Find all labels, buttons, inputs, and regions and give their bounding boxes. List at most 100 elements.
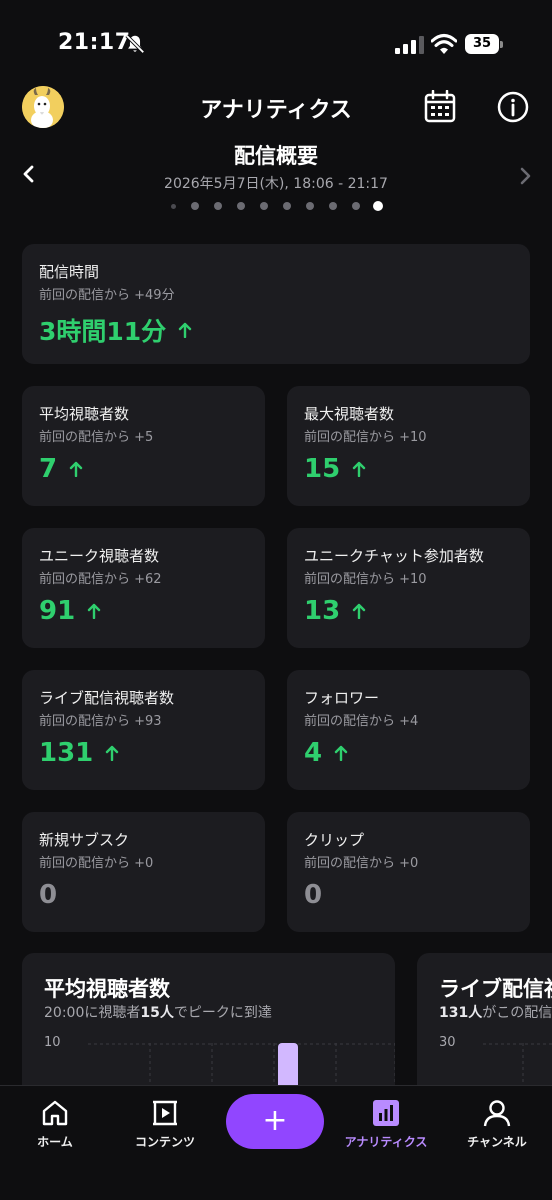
card-value: 91 <box>39 596 101 626</box>
arrow-up-icon <box>87 603 101 619</box>
page-dot[interactable] <box>170 204 176 209</box>
chart-title: 平均視聴者数 <box>44 977 170 1001</box>
arrow-up-icon <box>334 745 348 761</box>
metric-card[interactable]: ユニーク視聴者数 前回の配信から +62 91 <box>22 528 265 648</box>
card-label: フォロワー <box>304 689 380 707</box>
analytics-icon <box>373 1100 399 1126</box>
chart-subtitle: 20:00に視聴者15人でピークに到達 <box>44 1005 272 1021</box>
nav-channel[interactable]: チャンネル <box>442 1094 552 1160</box>
summary-title: 配信概要 <box>234 144 318 168</box>
avg-viewers-chart-card[interactable]: 平均視聴者数 20:00に視聴者15人でピークに到達 10 <box>22 953 395 1088</box>
page-dot[interactable] <box>329 202 337 210</box>
calendar-icon[interactable] <box>424 90 456 124</box>
nav-home-label: ホーム <box>37 1135 73 1149</box>
metric-value: 13 <box>304 596 341 626</box>
y-axis-max-label: 10 <box>44 1035 61 1050</box>
page-dot[interactable] <box>283 202 291 210</box>
avg-viewers-chart <box>88 1043 395 1088</box>
date-range: 2026年5月7日(木), 18:06 - 21:17 <box>164 176 388 192</box>
card-delta: 前回の配信から +5 <box>39 430 154 445</box>
chevron-left-icon[interactable] <box>18 162 40 186</box>
page-dot[interactable] <box>214 202 222 210</box>
page-dot[interactable] <box>373 201 383 211</box>
card-delta: 前回の配信から +49分 <box>39 288 175 303</box>
arrow-up-icon <box>352 461 366 477</box>
metric-card[interactable]: 平均視聴者数前回の配信から +5 7 <box>22 386 265 506</box>
metric-card[interactable]: ユニークチャット参加者数 前回の配信から +10 13 <box>287 528 530 648</box>
chevron-right-icon[interactable] <box>514 164 536 188</box>
battery-icon: 35 <box>465 34 503 54</box>
metric-card[interactable]: ライブ配信視聴者数 前回の配信から +93 131 <box>22 670 265 790</box>
metric-value: 131 <box>39 738 94 768</box>
card-delta: 前回の配信から +0 <box>39 856 154 871</box>
card-value: 13 <box>304 596 366 626</box>
page-dot[interactable] <box>191 202 199 210</box>
nav-analytics[interactable]: アナリティクス <box>331 1094 441 1160</box>
metric-card[interactable]: 新規サブスク前回の配信から +0 0 <box>22 812 265 932</box>
bottom-nav: ホーム コンテンツ + アナリティクス チャンネル <box>0 1085 552 1200</box>
metric-value: 15 <box>304 454 341 484</box>
home-icon <box>42 1100 68 1126</box>
page-indicator[interactable] <box>0 200 552 212</box>
metric-card[interactable]: フォロワー前回の配信から +4 4 <box>287 670 530 790</box>
chart-subtitle: 131人がこの配信 <box>439 1005 552 1021</box>
card-label: 最大視聴者数 <box>304 405 395 423</box>
card-delta: 前回の配信から +4 <box>304 714 419 729</box>
card-label: クリップ <box>304 831 365 849</box>
card-label: 配信時間 <box>39 263 100 281</box>
page-title: アナリティクス <box>200 98 352 123</box>
card-value: 4 <box>304 738 348 768</box>
card-value: 0 <box>39 880 57 910</box>
metric-value: 4 <box>304 738 323 768</box>
arrow-up-icon <box>352 603 366 619</box>
nav-channel-label: チャンネル <box>467 1135 527 1149</box>
card-label: ユニーク視聴者数 <box>39 547 160 565</box>
card-label: 平均視聴者数 <box>39 405 130 423</box>
add-button[interactable]: + <box>226 1094 324 1149</box>
card-value: 131 <box>39 738 119 768</box>
card-label: 新規サブスク <box>39 831 130 849</box>
user-icon <box>483 1100 511 1127</box>
metric-value: 7 <box>39 454 58 484</box>
page-dot[interactable] <box>260 202 268 210</box>
card-delta: 前回の配信から +93 <box>39 714 162 729</box>
arrow-up-icon <box>106 745 119 761</box>
card-label: ユニークチャット参加者数 <box>304 547 484 565</box>
nav-analytics-label: アナリティクス <box>344 1135 428 1149</box>
status-bar: 21:17 35 <box>0 0 552 80</box>
card-delta: 前回の配信から +62 <box>39 572 162 587</box>
live-viewers-chart-card[interactable]: ライブ配信視 131人がこの配信 30 <box>417 953 552 1088</box>
arrow-up-icon <box>178 322 192 338</box>
page-dot[interactable] <box>352 202 360 210</box>
page-dot[interactable] <box>306 202 314 210</box>
card-value: 0 <box>304 880 322 910</box>
metric-value: 0 <box>39 880 58 910</box>
nav-content[interactable]: コンテンツ <box>110 1094 220 1160</box>
battery-level: 35 <box>465 34 499 54</box>
info-icon[interactable] <box>497 91 529 123</box>
y-axis-max-label: 30 <box>439 1035 456 1050</box>
wifi-icon <box>431 34 457 54</box>
metric-card[interactable]: クリップ前回の配信から +0 0 <box>287 812 530 932</box>
card-delta: 前回の配信から +0 <box>304 856 419 871</box>
card-value: 15 <box>304 454 366 484</box>
status-time: 21:17 <box>58 30 131 55</box>
chart-title: ライブ配信視 <box>439 977 552 1001</box>
card-label: ライブ配信視聴者数 <box>39 689 175 707</box>
bell-off-icon <box>125 34 145 54</box>
arrow-up-icon <box>69 461 83 477</box>
card-delta: 前回の配信から +10 <box>304 572 427 587</box>
nav-home[interactable]: ホーム <box>0 1094 110 1160</box>
nav-content-label: コンテンツ <box>134 1135 195 1149</box>
metric-value: 91 <box>39 596 76 626</box>
peak-bar <box>278 1043 298 1088</box>
live-viewers-chart <box>483 1043 552 1088</box>
stream-time-card[interactable]: 配信時間 前回の配信から +49分 3時間11分 <box>22 244 530 364</box>
card-value: 7 <box>39 454 83 484</box>
stream-time-value: 3時間11分 <box>39 317 167 346</box>
page-dot[interactable] <box>237 202 245 210</box>
signal-icon <box>395 36 424 54</box>
metric-card[interactable]: 最大視聴者数 前回の配信から +10 15 <box>287 386 530 506</box>
video-library-icon <box>153 1100 177 1126</box>
plus-icon: + <box>262 1103 288 1138</box>
